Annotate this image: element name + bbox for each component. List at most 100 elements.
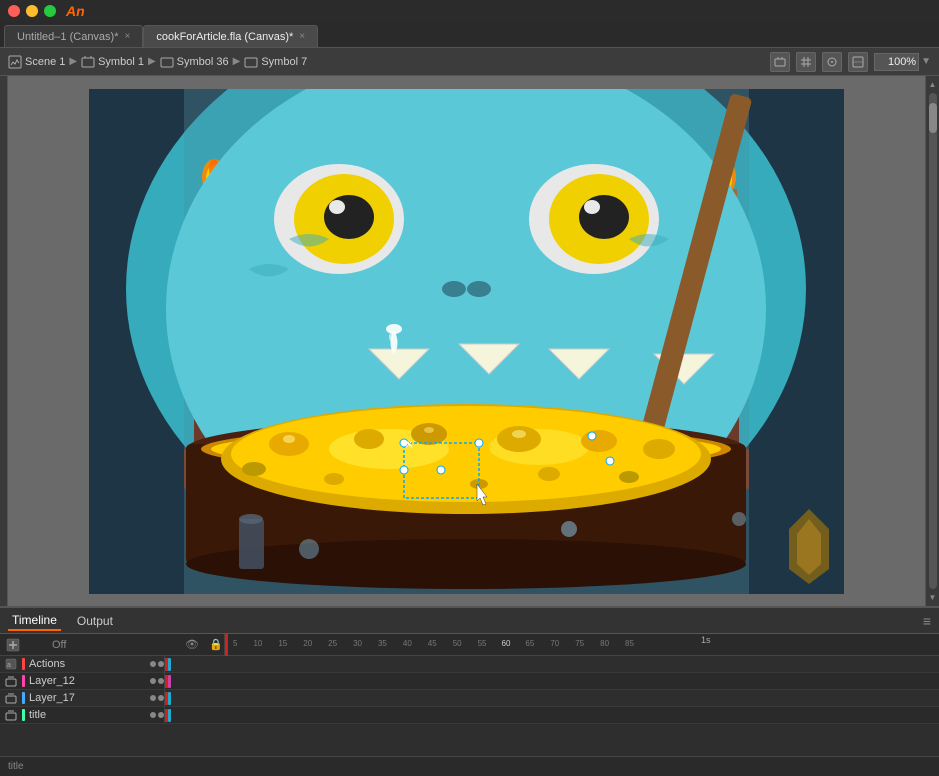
main-area: ▲ ▼ [0,76,939,606]
playback-controls [4,638,20,652]
frame-ruler: 1s 5 10 15 20 25 30 35 40 45 50 55 60 65 [224,634,935,656]
frame-block [168,692,171,705]
layer-color-bar [22,658,25,670]
breadcrumb-symbol7[interactable]: Symbol 7 [244,55,307,69]
layer-color-bar [22,692,25,704]
status-bar: title [0,756,939,776]
close-button[interactable] [8,5,20,17]
tab-close-icon[interactable]: × [299,31,305,42]
layer-frames-title[interactable] [165,707,939,723]
add-layer-icon[interactable] [6,638,20,652]
status-text: title [8,761,24,772]
svg-text:a: a [7,662,11,669]
scroll-up-arrow[interactable]: ▲ [927,78,939,91]
breadcrumb-label: Symbol 36 [177,56,229,68]
canvas-illustration [89,89,844,594]
timeline-rows: a Actions [0,656,939,756]
scroll-down-arrow[interactable]: ▼ [927,591,939,604]
minimize-button[interactable] [26,5,38,17]
off-label: Off [20,639,180,651]
layer-info-actions[interactable]: a Actions [0,656,165,672]
layer-info-title[interactable]: title [0,707,165,723]
lock-icon[interactable]: 🔒 [208,638,224,651]
breadcrumb-bar: Scene 1 ▶ Symbol 1 ▶ Symbol 36 ▶ Symbol … [0,48,939,76]
marker-1s: 1s [701,635,711,645]
layer-frames-actions[interactable] [165,656,939,672]
playhead-red[interactable] [225,634,228,656]
right-scrollbar[interactable]: ▲ ▼ [925,76,939,606]
symbol-icon [244,55,258,69]
layer-type-icon: a [4,657,18,671]
left-panel [0,76,8,606]
vis-dot[interactable] [150,695,156,701]
tab-untitled[interactable]: Untitled–1 (Canvas)* × [4,25,143,47]
canvas-frame [89,89,844,594]
tab-bar: Untitled–1 (Canvas)* × cookForArticle.fl… [0,22,939,48]
layer-vis-icons [150,661,164,667]
layer-row-actions: a Actions [0,656,939,673]
zoom-dropdown-arrow[interactable]: ▼ [921,56,931,67]
layer-name: Layer_17 [29,692,146,704]
layer-type-icon [4,708,18,722]
breadcrumb-arrow: ▶ [69,56,77,67]
canvas-area[interactable] [8,76,925,606]
zoom-input[interactable] [874,53,919,71]
breadcrumb-label: Symbol 1 [98,56,144,68]
layer-vis-icons [150,712,164,718]
vis-dot[interactable] [150,661,156,667]
layer-row-title: title [0,707,939,724]
timeline-menu-icon[interactable]: ≡ [923,613,931,629]
breadcrumb-label: Scene 1 [25,56,65,68]
timeline-controls-row: Off 👁 🔒 1s 5 10 15 20 25 30 35 [0,634,939,656]
scene-icon [8,55,22,69]
layer-color-bar [22,709,25,721]
symbol-icon [160,55,174,69]
breadcrumb-arrow: ▶ [148,56,156,67]
lock-dot[interactable] [158,695,164,701]
breadcrumb-symbol36[interactable]: Symbol 36 [160,55,229,69]
lock-dot[interactable] [158,661,164,667]
tab-timeline[interactable]: Timeline [8,611,61,631]
layer-name: Actions [29,658,146,670]
layer-type-icon [4,691,18,705]
layer-vis-icons [150,678,164,684]
tab-close-icon[interactable]: × [125,31,131,42]
ruler-ticks: 5 10 15 20 25 30 35 40 45 50 55 60 65 70… [225,634,935,656]
vis-dot[interactable] [150,678,156,684]
grid-tool-button[interactable] [796,52,816,72]
tab-label: Untitled–1 (Canvas)* [17,31,119,43]
frame-tool-button[interactable] [848,52,868,72]
layer-info-layer17[interactable]: Layer_17 [0,690,165,706]
scroll-track[interactable] [929,93,937,589]
breadcrumb-symbol1[interactable]: Symbol 1 [81,55,144,69]
lock-dot[interactable] [158,678,164,684]
tab-cookforarticle[interactable]: cookForArticle.fla (Canvas)* × [143,25,318,47]
title-bar: An [0,0,939,22]
maximize-button[interactable] [44,5,56,17]
snap-tool-button[interactable] [822,52,842,72]
timeline-panel: Timeline Output ≡ Off 👁 🔒 1s [0,606,939,756]
lock-dot[interactable] [158,712,164,718]
layer-row-layer12: Layer_12 [0,673,939,690]
vis-dot[interactable] [150,712,156,718]
tab-output[interactable]: Output [73,612,117,630]
frame-block [168,675,171,688]
frame-block [168,709,171,722]
layer-type-icon [4,674,18,688]
layer-name: title [29,709,146,721]
layer-info-layer12[interactable]: Layer_12 [0,673,165,689]
layer-frames-layer17[interactable] [165,690,939,706]
layer-color-bar [22,675,25,687]
breadcrumb-scene1[interactable]: Scene 1 [8,55,65,69]
zoom-control[interactable]: ▼ [874,53,931,71]
timeline-header: Timeline Output ≡ [0,608,939,634]
canvas-tools: ▼ [770,52,931,72]
frame-block [168,658,171,671]
layer-row-layer17: Layer_17 [0,690,939,707]
layer-frames-layer12[interactable] [165,673,939,689]
layer-header-icons: 👁 🔒 [184,638,224,651]
visibility-icon[interactable]: 👁 [184,638,200,651]
clip-tool-button[interactable] [770,52,790,72]
layer-name: Layer_12 [29,675,146,687]
scroll-thumb[interactable] [929,103,937,133]
